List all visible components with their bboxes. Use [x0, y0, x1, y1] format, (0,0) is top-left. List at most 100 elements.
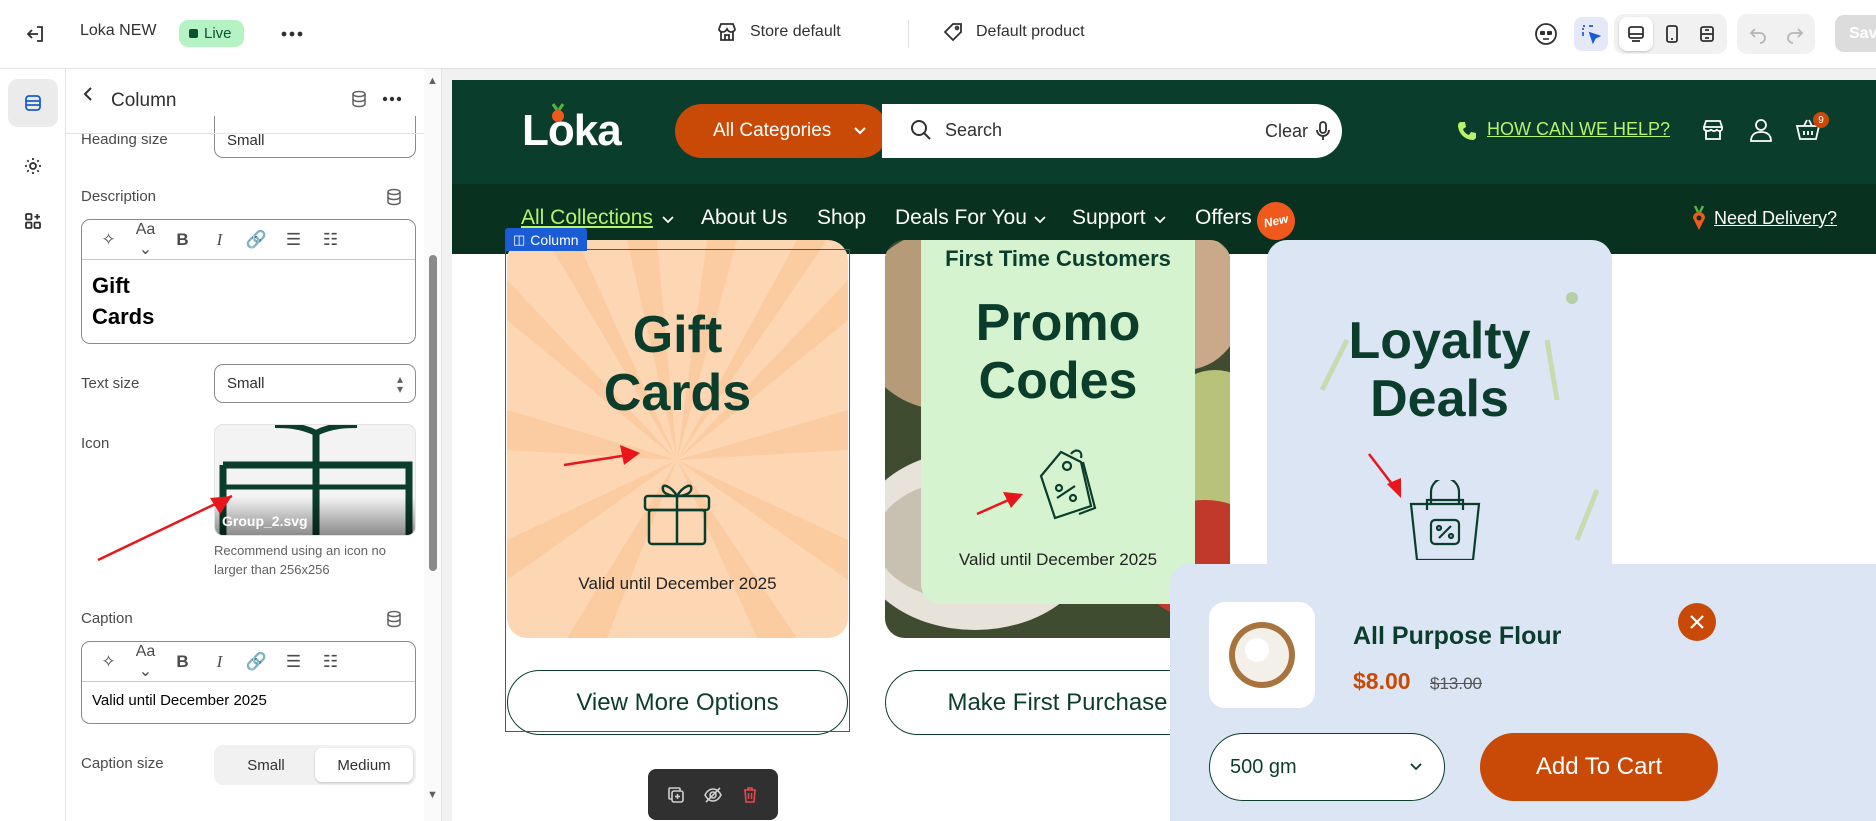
description-line: Cards	[92, 304, 155, 329]
nav-deals-for-you[interactable]: Deals For You	[895, 206, 1027, 230]
variant-select[interactable]: 500 gm	[1209, 733, 1445, 801]
description-line: Gift	[92, 273, 130, 298]
nav-shop[interactable]: Shop	[817, 206, 866, 230]
description-source-icon[interactable]	[386, 188, 402, 206]
text-size-value: Small	[227, 375, 265, 392]
delete-icon[interactable]	[741, 786, 759, 804]
card-caption: Valid until December 2025	[958, 550, 1158, 569]
nav-about-us[interactable]: About Us	[701, 206, 787, 230]
hide-icon[interactable]	[703, 786, 723, 804]
undo-icon[interactable]	[1741, 17, 1775, 51]
theme-settings-icon[interactable]	[16, 149, 50, 183]
bold-icon[interactable]: B	[164, 230, 201, 250]
store-selector[interactable]: Store default	[716, 21, 841, 43]
link-icon[interactable]: 🔗	[238, 652, 275, 672]
numbered-list-icon[interactable]: ☷	[312, 230, 349, 250]
panel-title: Column	[111, 90, 177, 111]
apps-icon[interactable]	[16, 204, 50, 238]
select-element-icon[interactable]	[1574, 17, 1608, 51]
scroll-up-icon[interactable]: ▲	[427, 75, 438, 87]
close-icon[interactable]	[1678, 603, 1716, 641]
mobile-view-icon[interactable]	[1655, 17, 1689, 51]
caption-source-icon[interactable]	[386, 610, 402, 628]
block-actions-toolbar	[648, 769, 778, 820]
text-style-icon[interactable]: Aa ⌄	[127, 221, 164, 259]
ai-sparkle-icon[interactable]: ✧	[90, 230, 127, 250]
scroll-down-icon[interactable]: ▼	[427, 789, 438, 801]
card-title: Loyalty Deals	[1267, 312, 1612, 428]
clear-button[interactable]: Clear	[1265, 121, 1308, 142]
delivery-link[interactable]: Need Delivery?	[1714, 208, 1837, 229]
duplicate-icon[interactable]	[667, 786, 685, 804]
more-actions-icon[interactable]	[275, 17, 309, 51]
panel-scrollbar[interactable]: ▲ ▼	[424, 69, 441, 821]
panel-more-icon[interactable]	[382, 96, 402, 102]
help-link[interactable]: HOW CAN WE HELP?	[1487, 119, 1670, 140]
column-icon: ◫	[513, 231, 526, 247]
live-dot-icon	[189, 29, 198, 38]
store-locator-icon[interactable]	[1701, 118, 1725, 142]
template-selector[interactable]: Default product	[942, 21, 1085, 43]
shopping-bag-icon	[1409, 480, 1481, 560]
search-input[interactable]: Search	[945, 120, 1002, 141]
phone-icon	[1458, 122, 1476, 140]
bullet-list-icon[interactable]: ☰	[275, 230, 312, 250]
annotation-arrow-icon	[1368, 453, 1401, 498]
caption-text: Valid until December 2025	[92, 692, 267, 709]
ai-sparkle-icon[interactable]: ✧	[90, 652, 127, 672]
divider	[66, 133, 428, 134]
text-style-icon[interactable]: Aa ⌄	[127, 643, 164, 681]
store-header: Loka All Categories Search Clear HOW CAN…	[452, 80, 1876, 184]
nav-offers[interactable]: Offers	[1195, 206, 1252, 230]
heading-size-select[interactable]: Small	[214, 116, 416, 158]
account-icon[interactable]	[1748, 117, 1774, 143]
italic-icon[interactable]: I	[201, 230, 238, 250]
scrollbar-thumb[interactable]	[429, 255, 437, 571]
product-thumbnail[interactable]	[1209, 602, 1315, 708]
numbered-list-icon[interactable]: ☷	[312, 652, 349, 672]
link-icon[interactable]: 🔗	[238, 230, 275, 250]
search-icon	[911, 120, 931, 140]
nav-all-collections[interactable]: All Collections	[521, 206, 653, 230]
fullscreen-view-icon[interactable]	[1690, 17, 1724, 51]
tag-icon	[943, 23, 962, 42]
product-name: All Purpose Flour	[1353, 622, 1562, 650]
all-categories-button[interactable]: All Categories	[675, 104, 888, 158]
bold-icon[interactable]: B	[164, 652, 201, 672]
nav-support[interactable]: Support	[1072, 206, 1146, 230]
bullet-list-icon[interactable]: ☰	[275, 652, 312, 672]
save-button[interactable]: Save	[1835, 15, 1876, 52]
caption-size-small[interactable]: Small	[217, 748, 315, 782]
desktop-view-icon[interactable]	[1619, 17, 1653, 51]
icon-hint: Recommend using an icon no larger than 2…	[214, 543, 386, 577]
description-editor[interactable]: ✧ Aa ⌄ B I 🔗 ☰ ☷ Gift Cards	[81, 219, 416, 344]
redo-icon[interactable]	[1778, 17, 1812, 51]
chevron-down-icon	[662, 216, 674, 224]
sections-icon[interactable]	[8, 79, 58, 127]
preview-inspector-icon[interactable]	[1529, 17, 1563, 51]
logo-text: Loka	[522, 106, 622, 155]
card-title-line: Loyalty	[1348, 312, 1531, 370]
microphone-icon[interactable]	[1315, 120, 1331, 142]
store-selector-label: Store default	[750, 23, 841, 40]
chevron-down-icon	[1034, 216, 1046, 224]
product-popup: All Purpose Flour $8.00 $13.00 500 gm Ad…	[1170, 564, 1876, 821]
storefront-preview: Loka All Categories Search Clear HOW CAN…	[452, 80, 1876, 821]
icon-picker[interactable]: Group_2.svg	[214, 424, 416, 536]
selected-block-tag[interactable]: ◫ Column	[505, 228, 587, 251]
dynamic-source-icon[interactable]	[351, 90, 367, 108]
back-arrow-icon[interactable]	[80, 85, 98, 103]
status-badge-label: Live	[204, 25, 232, 42]
carrot-icon	[1693, 205, 1705, 230]
exit-icon[interactable]	[19, 17, 53, 51]
italic-icon[interactable]: I	[201, 652, 238, 672]
add-to-cart-button[interactable]: Add To Cart	[1480, 733, 1718, 801]
cart-count-badge: 9	[1813, 112, 1829, 128]
caption-size-label: Caption size	[81, 755, 164, 772]
store-logo[interactable]: Loka	[522, 106, 622, 156]
caption-editor[interactable]: ✧ Aa ⌄ B I 🔗 ☰ ☷ Valid until December 20…	[81, 641, 416, 724]
flour-bowl-image	[1229, 622, 1295, 688]
caption-size-medium[interactable]: Medium	[315, 748, 413, 782]
text-size-select[interactable]: Small ▴ ▾	[214, 364, 416, 403]
template-selector-label: Default product	[976, 23, 1085, 40]
